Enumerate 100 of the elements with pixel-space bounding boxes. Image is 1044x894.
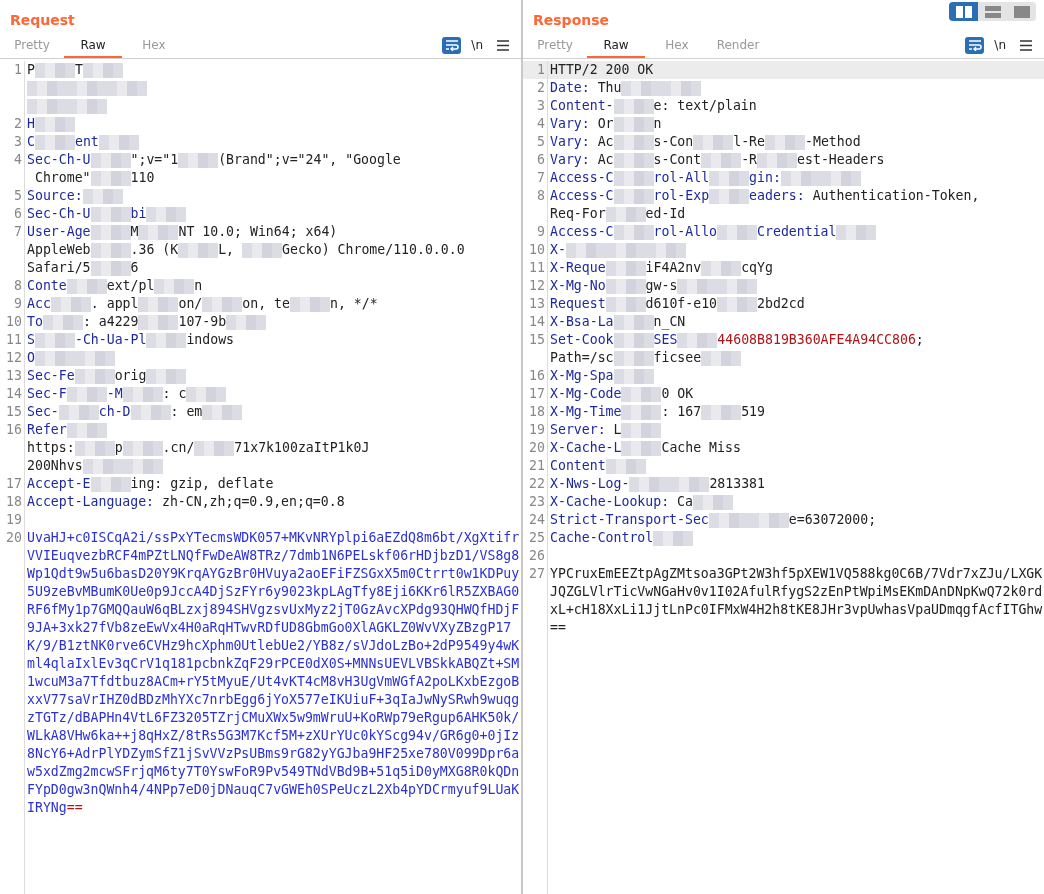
header-value: d610f-e10 [645, 296, 718, 311]
redacted-block [66, 278, 107, 294]
redacted-block [50, 296, 91, 312]
redacted-block [629, 476, 670, 492]
redacted-block [34, 116, 75, 132]
menu-icon[interactable] [497, 39, 509, 51]
header-value: est-Headers [797, 152, 885, 167]
header-name: -Ch-Ua-Pl [74, 332, 147, 347]
line-number: 14 [6, 386, 22, 401]
header-value: ; [915, 332, 924, 347]
header-name: Sec-F [27, 386, 67, 401]
view-tab[interactable]: Raw [64, 32, 122, 58]
redacted-block [27, 80, 67, 96]
header-name: X-Mg-Time [550, 404, 622, 419]
redacted-block [202, 404, 243, 420]
view-tab[interactable]: Render [709, 32, 767, 58]
redacted-block [34, 350, 75, 366]
redacted-block [289, 296, 330, 312]
redacted-block [27, 98, 67, 114]
redacted-block [621, 404, 662, 420]
line-number: 8 [537, 188, 545, 203]
header-name: Access-C [550, 224, 614, 239]
header-value: L, [218, 242, 236, 257]
newline-toggle[interactable]: \n [471, 38, 483, 52]
header-name: -M [106, 386, 123, 401]
line-number: 5 [14, 188, 22, 203]
view-tab[interactable]: Pretty [3, 32, 61, 58]
header-value: -Method [805, 134, 861, 149]
line-number: 10 [529, 242, 545, 257]
redacted-block [138, 296, 179, 312]
redacted-block [621, 386, 662, 402]
header-value: Ac [596, 134, 614, 149]
redacted-block [178, 242, 219, 258]
view-tab[interactable]: Pretty [526, 32, 584, 58]
word-wrap-button[interactable] [442, 36, 462, 54]
line-number: 14 [529, 314, 545, 329]
header-value: Safari/5 [27, 260, 91, 275]
header-name: rol-All [653, 170, 710, 185]
header-value: gw-s [645, 278, 678, 293]
header-value: ext/pl [106, 278, 155, 293]
redacted-block [708, 512, 749, 528]
header-name: Strict-Transport-Sec [550, 512, 709, 527]
redacted-block [613, 314, 654, 330]
redacted-block [178, 152, 219, 168]
redacted-block [621, 422, 662, 438]
redacted-block [74, 440, 115, 456]
header-name: Accept-E [27, 476, 91, 491]
line-number: 4 [14, 152, 22, 167]
header-name: Set-Cook [550, 332, 614, 347]
line-number: 20 [529, 440, 545, 455]
redacted-block [820, 170, 861, 186]
line-number: 25 [529, 530, 545, 545]
header-value: n [194, 278, 203, 293]
redacted-block [107, 80, 147, 96]
menu-icon[interactable] [1020, 39, 1032, 51]
line-number: 7 [14, 224, 22, 239]
redacted-block [693, 134, 734, 150]
redacted-block [146, 332, 187, 348]
line-number: 19 [6, 512, 22, 527]
line-number: 27 [529, 566, 545, 581]
pane-title: Response [533, 12, 610, 30]
header-name: ent [74, 134, 99, 149]
line-number: 6 [537, 152, 545, 167]
redacted-block [613, 98, 654, 114]
header-name: ch-D [98, 404, 131, 419]
header-value: l-Re [733, 134, 765, 149]
header-value: Thu [596, 80, 622, 95]
redacted-block [645, 242, 686, 258]
header-name: To [27, 314, 43, 329]
header-value: s-Cont [653, 152, 702, 167]
redacted-block [621, 440, 662, 456]
line-number: 15 [529, 332, 545, 347]
redacted-block [717, 224, 758, 240]
line-number: 17 [6, 476, 22, 491]
header-name: User-Age [27, 224, 91, 239]
rows-icon [984, 5, 1001, 18]
header-name: rol-Allo [653, 224, 718, 239]
redacted-block [90, 206, 131, 222]
view-tab[interactable]: Hex [648, 32, 706, 58]
body-text: YPCruxEmEEZtpAgZMtsoa3GPt2W3hf5pXEW1VQ588kg0C6B/7Vdr7xZJu/LXGKJQZGLVlrTicVwNGaHv0v1I02AfulRfygS2zEnPtWpiMsEKmDAnDNpKwQ72k0rdxL+cH18XxLi1JjtLnPc0IFMxW4H2h8tKE8JHr3vpUwhasVpaUDmqgfAcfITGhw== [549, 565, 1044, 637]
redacted-block [780, 170, 821, 186]
line-number: 8 [14, 278, 22, 293]
view-tab[interactable]: Raw [587, 32, 645, 58]
line-number: 12 [6, 350, 22, 365]
header-value: L [612, 422, 622, 437]
redacted-block [90, 242, 131, 258]
header-value: HTTP/2 200 OK [550, 62, 654, 77]
header-value: : 167 [661, 404, 702, 419]
split-columns-button[interactable] [949, 2, 978, 21]
redacted-block [692, 494, 733, 510]
redacted-block [613, 188, 654, 204]
line-number: 16 [529, 368, 545, 383]
redacted-block [613, 332, 654, 348]
redacted-block [653, 530, 694, 546]
redacted-block [90, 224, 131, 240]
header-name: Vary: [550, 134, 590, 149]
word-wrap-button[interactable] [965, 36, 985, 54]
view-tab[interactable]: Hex [125, 32, 183, 58]
redacted-block [34, 134, 75, 150]
newline-toggle[interactable]: \n [994, 38, 1006, 52]
